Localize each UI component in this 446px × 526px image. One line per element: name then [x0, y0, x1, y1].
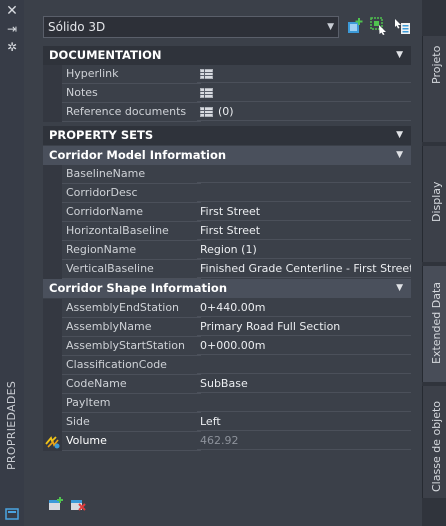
- table-icon: [200, 107, 213, 117]
- property-row: BaselineName: [43, 165, 411, 184]
- property-value[interactable]: 0+440.00m: [197, 299, 411, 317]
- property-row: HorizontalBaseline First Street: [43, 222, 411, 241]
- pin-icon[interactable]: ⇥: [4, 22, 20, 36]
- subsection-title: Corridor Shape Information: [49, 281, 228, 295]
- property-value[interactable]: 0+000.00m: [197, 337, 411, 355]
- hyperlink-value[interactable]: [197, 65, 411, 83]
- property-value[interactable]: [197, 356, 411, 374]
- tab-label: Projeto: [430, 45, 443, 84]
- left-toolbar-strip: ✕ ⇥ ✲ PROPRIEDADES: [0, 0, 24, 526]
- remove-property-set-button[interactable]: [70, 497, 86, 514]
- property-name: CorridorName: [62, 203, 201, 222]
- chevron-down-icon[interactable]: ▼: [396, 146, 403, 165]
- property-value: 462.92: [197, 432, 411, 450]
- tab-display[interactable]: Display: [422, 146, 446, 262]
- property-name: AssemblyStartStation: [62, 337, 201, 356]
- property-row: Side Left: [43, 413, 411, 432]
- property-name: PayItem: [62, 394, 201, 413]
- toggle-pickadd-button[interactable]: [347, 17, 365, 35]
- tab-extended-data[interactable]: Extended Data: [422, 266, 446, 382]
- tab-label: Display: [430, 181, 443, 222]
- notes-value[interactable]: [197, 84, 411, 102]
- property-value[interactable]: First Street: [197, 203, 411, 221]
- property-name: ClassificationCode: [62, 356, 201, 375]
- right-tab-strip: Projeto Display Extended Data Classe de …: [422, 0, 446, 526]
- property-value[interactable]: Primary Road Full Section: [197, 318, 411, 336]
- property-name: Hyperlink: [62, 65, 201, 84]
- property-value[interactable]: [197, 165, 411, 183]
- property-row: AssemblyEndStation 0+440.00m: [43, 299, 411, 318]
- property-row: RegionName Region (1): [43, 241, 411, 260]
- property-name: RegionName: [62, 241, 201, 260]
- subsection-corridor-model-information[interactable]: Corridor Model Information ▼: [43, 146, 411, 165]
- property-value[interactable]: Left: [197, 413, 411, 431]
- property-name: Volume: [62, 432, 201, 451]
- property-row-reference-documents: Reference documents (0): [43, 103, 411, 122]
- property-row-hyperlink: Hyperlink: [43, 65, 411, 84]
- section-title: DOCUMENTATION: [49, 48, 162, 62]
- property-name: CorridorDesc: [62, 184, 201, 203]
- tab-label: Classe de objeto: [430, 400, 443, 492]
- reference-documents-value[interactable]: (0): [197, 103, 411, 121]
- property-value[interactable]: First Street: [197, 222, 411, 240]
- property-row: PayItem: [43, 394, 411, 413]
- add-property-set-button[interactable]: [48, 497, 64, 514]
- object-type-value: Sólido 3D: [48, 20, 106, 34]
- property-name: Notes: [62, 84, 201, 103]
- object-type-select[interactable]: Sólido 3D ▼: [43, 16, 339, 38]
- select-objects-button[interactable]: [370, 17, 388, 35]
- subsection-corridor-shape-information[interactable]: Corridor Shape Information ▼: [43, 279, 411, 298]
- property-row: CodeName SubBase: [43, 375, 411, 394]
- quick-select-button[interactable]: [393, 17, 411, 35]
- property-value[interactable]: SubBase: [197, 375, 411, 393]
- close-icon[interactable]: ✕: [4, 4, 20, 18]
- subsection-title: Corridor Model Information: [49, 148, 227, 162]
- property-row: CorridorDesc: [43, 184, 411, 203]
- chevron-down-icon[interactable]: ▼: [396, 46, 403, 65]
- tab-label: Extended Data: [430, 281, 443, 364]
- property-name: VerticalBaseline: [62, 260, 201, 279]
- tab-classe-de-objeto[interactable]: Classe de objeto: [422, 386, 446, 498]
- gear-icon[interactable]: ✲: [4, 40, 20, 54]
- chevron-down-icon: ▼: [327, 22, 334, 32]
- property-row: AssemblyName Primary Road Full Section: [43, 318, 411, 337]
- property-name: Side: [62, 413, 201, 432]
- property-value[interactable]: [197, 394, 411, 412]
- property-name: BaselineName: [62, 165, 201, 184]
- property-row: AssemblyStartStation 0+000.00m: [43, 337, 411, 356]
- property-row-notes: Notes: [43, 84, 411, 103]
- chevron-down-icon[interactable]: ▼: [396, 126, 403, 145]
- properties-icon[interactable]: [4, 508, 20, 522]
- section-documentation[interactable]: DOCUMENTATION ▼: [43, 46, 411, 65]
- property-name: AssemblyName: [62, 318, 201, 337]
- property-value[interactable]: Finished Grade Centerline - First Street: [197, 260, 411, 278]
- chevron-down-icon[interactable]: ▼: [396, 279, 403, 298]
- property-row-volume: Volume 462.92: [43, 432, 411, 451]
- property-name: Reference documents: [62, 103, 201, 122]
- tab-projeto[interactable]: Projeto: [422, 36, 446, 142]
- property-value[interactable]: Region (1): [197, 241, 411, 259]
- property-name: AssemblyEndStation: [62, 299, 201, 318]
- palette-title: PROPRIEDADES: [5, 380, 18, 470]
- property-row: ClassificationCode: [43, 356, 411, 375]
- section-property-sets[interactable]: PROPERTY SETS ▼: [43, 126, 411, 145]
- section-title: PROPERTY SETS: [49, 128, 154, 142]
- property-name: CodeName: [62, 375, 201, 394]
- reference-count: (0): [218, 105, 234, 118]
- property-name: HorizontalBaseline: [62, 222, 201, 241]
- lightning-icon: [43, 432, 62, 451]
- property-row: VerticalBaseline Finished Grade Centerli…: [43, 260, 411, 279]
- property-value[interactable]: [197, 184, 411, 202]
- property-row: CorridorName First Street: [43, 203, 411, 222]
- table-icon: [200, 88, 213, 98]
- table-icon: [200, 69, 213, 79]
